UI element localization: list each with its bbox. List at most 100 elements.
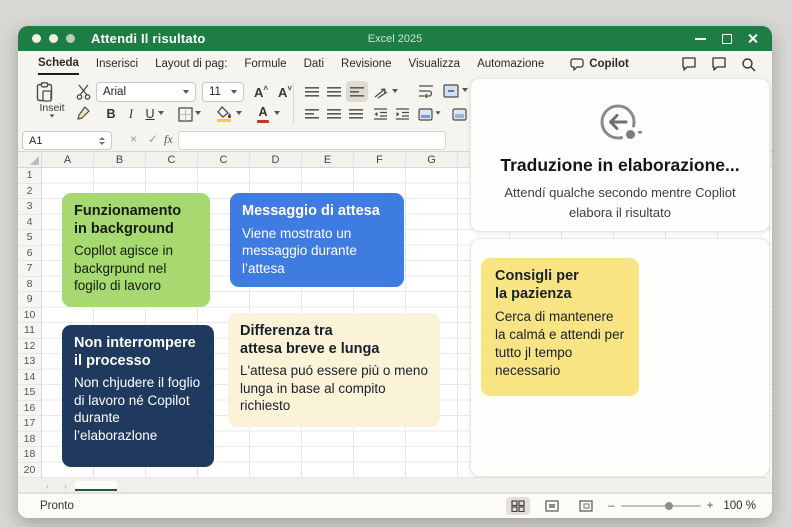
align-left-icon[interactable] — [302, 105, 322, 123]
tab-layout[interactable]: Layout di pag: — [155, 54, 227, 74]
format-painter-icon[interactable] — [74, 105, 92, 123]
shrink-font-button[interactable]: A ˅ — [275, 82, 295, 102]
underline-button[interactable]: U — [141, 105, 159, 123]
tab-inserisci[interactable]: Inserisci — [96, 54, 138, 74]
row-header[interactable]: 13 — [18, 354, 41, 370]
note-messaggio[interactable]: Messaggio di attesa Viene mostrato un me… — [230, 193, 404, 287]
name-box-stepper[interactable] — [99, 136, 105, 145]
tab-scheda[interactable]: Scheda — [38, 53, 79, 75]
next-sheet-icon[interactable]: › — [64, 481, 67, 491]
column-header[interactable]: B — [94, 152, 146, 167]
comment-icon[interactable] — [681, 57, 697, 71]
chevron-down-icon[interactable] — [158, 111, 164, 115]
page-layout-view-icon[interactable] — [540, 497, 564, 515]
column-header[interactable]: C — [146, 152, 198, 167]
merge-center-icon[interactable] — [442, 82, 460, 100]
tab-automazione[interactable]: Automazione — [477, 54, 544, 74]
orientation-icon[interactable] — [372, 83, 390, 101]
tab-revisione[interactable]: Revisione — [341, 54, 392, 74]
row-header[interactable]: 5 — [18, 230, 41, 246]
chevron-down-icon[interactable] — [392, 89, 398, 93]
column-header[interactable]: F — [354, 152, 406, 167]
paste-button[interactable]: Inseit — [34, 102, 70, 118]
tab-formule[interactable]: Formule — [244, 54, 286, 74]
note-differenza[interactable]: Differenza tra attesa breve e lunga L'at… — [228, 313, 440, 427]
row-header[interactable]: 18 — [18, 432, 41, 447]
close-icon[interactable] — [747, 33, 758, 44]
row-header[interactable]: 8 — [18, 277, 41, 292]
cancel-icon[interactable]: × — [130, 132, 137, 146]
zoom-in-button[interactable]: + — [707, 500, 714, 512]
align-bottom-icon[interactable] — [346, 81, 368, 102]
note-funzionamento[interactable]: Funzionamento in background Copllot agis… — [62, 193, 210, 307]
increase-indent-icon[interactable] — [392, 105, 412, 123]
row-header[interactable]: 18 — [18, 447, 41, 463]
row-header[interactable]: 2 — [18, 184, 41, 199]
row-header[interactable]: 9 — [18, 292, 41, 308]
row-header[interactable]: 20 — [18, 463, 41, 478]
row-header[interactable]: 17 — [18, 416, 41, 432]
zoom-slider-track[interactable] — [620, 502, 701, 510]
row-header[interactable]: 1 — [18, 168, 41, 184]
align-top-icon[interactable] — [302, 83, 322, 101]
conditional-format-icon[interactable] — [416, 105, 434, 123]
normal-view-icon[interactable] — [506, 497, 531, 515]
prev-sheet-icon[interactable]: ‹ — [46, 481, 49, 491]
active-sheet-tab[interactable] — [75, 481, 117, 491]
tab-copilot[interactable]: Copilot — [570, 57, 629, 71]
minimize-traffic-light[interactable] — [49, 34, 58, 43]
note-non-interrompere[interactable]: Non interrompere il processo Non chjuder… — [62, 325, 214, 467]
page-break-view-icon[interactable] — [574, 497, 598, 515]
chevron-down-icon[interactable] — [462, 88, 468, 92]
chevron-down-icon[interactable] — [435, 111, 441, 115]
row-header[interactable]: 4 — [18, 215, 41, 230]
row-header[interactable]: 16 — [18, 401, 41, 416]
column-header[interactable]: G — [406, 152, 458, 167]
fill-color-icon[interactable] — [214, 103, 234, 125]
align-middle-icon[interactable] — [324, 83, 344, 101]
column-header[interactable]: C — [198, 152, 250, 167]
italic-button[interactable]: I — [122, 105, 140, 123]
zoom-level[interactable]: 100 % — [723, 500, 756, 512]
search-icon[interactable] — [741, 57, 756, 72]
chevron-down-icon[interactable] — [236, 111, 242, 115]
bold-button[interactable]: B — [102, 105, 120, 123]
row-header[interactable]: 3 — [18, 199, 41, 215]
close-traffic-light[interactable] — [32, 34, 41, 43]
maximize-icon[interactable] — [721, 33, 732, 44]
tab-visualizza[interactable]: Visualizza — [409, 54, 461, 74]
select-all-corner[interactable] — [18, 152, 42, 167]
paste-icon[interactable] — [32, 81, 56, 103]
wrap-text-icon[interactable] — [416, 82, 436, 100]
confirm-icon[interactable]: ✓ — [148, 132, 158, 146]
zoom-slider-knob[interactable] — [664, 502, 673, 510]
decrease-indent-icon[interactable] — [370, 105, 390, 123]
chevron-down-icon[interactable] — [274, 111, 280, 115]
row-header[interactable]: 15 — [18, 385, 41, 401]
column-header[interactable]: D — [250, 152, 302, 167]
row-header[interactable]: 6 — [18, 246, 41, 261]
font-size-select[interactable]: 11 — [202, 82, 244, 102]
column-header[interactable]: A — [42, 152, 94, 167]
formula-input[interactable] — [178, 131, 446, 150]
row-header[interactable]: 10 — [18, 308, 41, 323]
font-name-select[interactable]: Arial — [96, 82, 196, 102]
minimize-icon[interactable] — [695, 33, 706, 44]
align-center-icon[interactable] — [324, 105, 344, 123]
zoom-out-button[interactable]: – — [608, 500, 614, 512]
row-header[interactable]: 11 — [18, 323, 41, 339]
chevron-down-icon[interactable] — [195, 111, 201, 115]
chat-icon[interactable] — [711, 57, 727, 71]
tab-dati[interactable]: Dati — [304, 54, 324, 74]
format-table-icon[interactable] — [450, 105, 468, 123]
name-box[interactable]: A1 — [22, 131, 112, 150]
note-consigli[interactable]: Consigli per la pazienza Cerca di manten… — [481, 258, 639, 396]
row-header[interactable]: 12 — [18, 339, 41, 354]
align-right-icon[interactable] — [346, 105, 366, 123]
row-header[interactable]: 7 — [18, 261, 41, 277]
row-header[interactable]: 14 — [18, 370, 41, 385]
zoom-traffic-light[interactable] — [66, 34, 75, 43]
cut-icon[interactable] — [74, 83, 92, 101]
column-header[interactable]: E — [302, 152, 354, 167]
borders-icon[interactable] — [176, 105, 194, 123]
